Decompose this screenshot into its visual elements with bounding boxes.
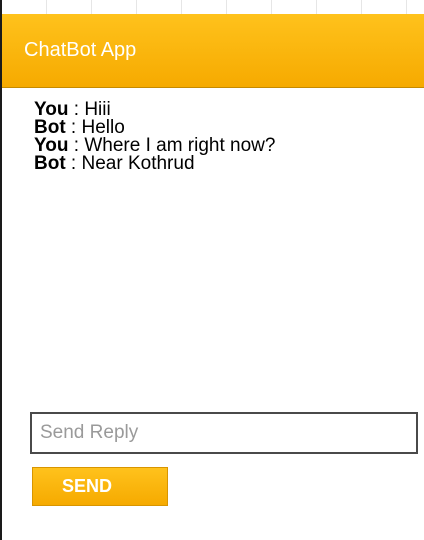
app-header: ChatBot App — [2, 14, 424, 88]
chatbot-app: ChatBot App You : Hiii Bot : Hello You :… — [0, 0, 424, 540]
app-title: ChatBot App — [24, 39, 137, 61]
message-text: Near Kothrud — [81, 153, 195, 174]
send-button[interactable]: SEND — [32, 467, 168, 506]
top-strip — [2, 0, 424, 14]
reply-input[interactable] — [30, 412, 418, 454]
chat-message: Bot : Near Kothrud — [34, 153, 414, 174]
message-sender: Bot — [34, 153, 66, 174]
chat-log: You : Hiii Bot : Hello You : Where I am … — [34, 100, 414, 174]
message-separator: : — [65, 153, 82, 174]
